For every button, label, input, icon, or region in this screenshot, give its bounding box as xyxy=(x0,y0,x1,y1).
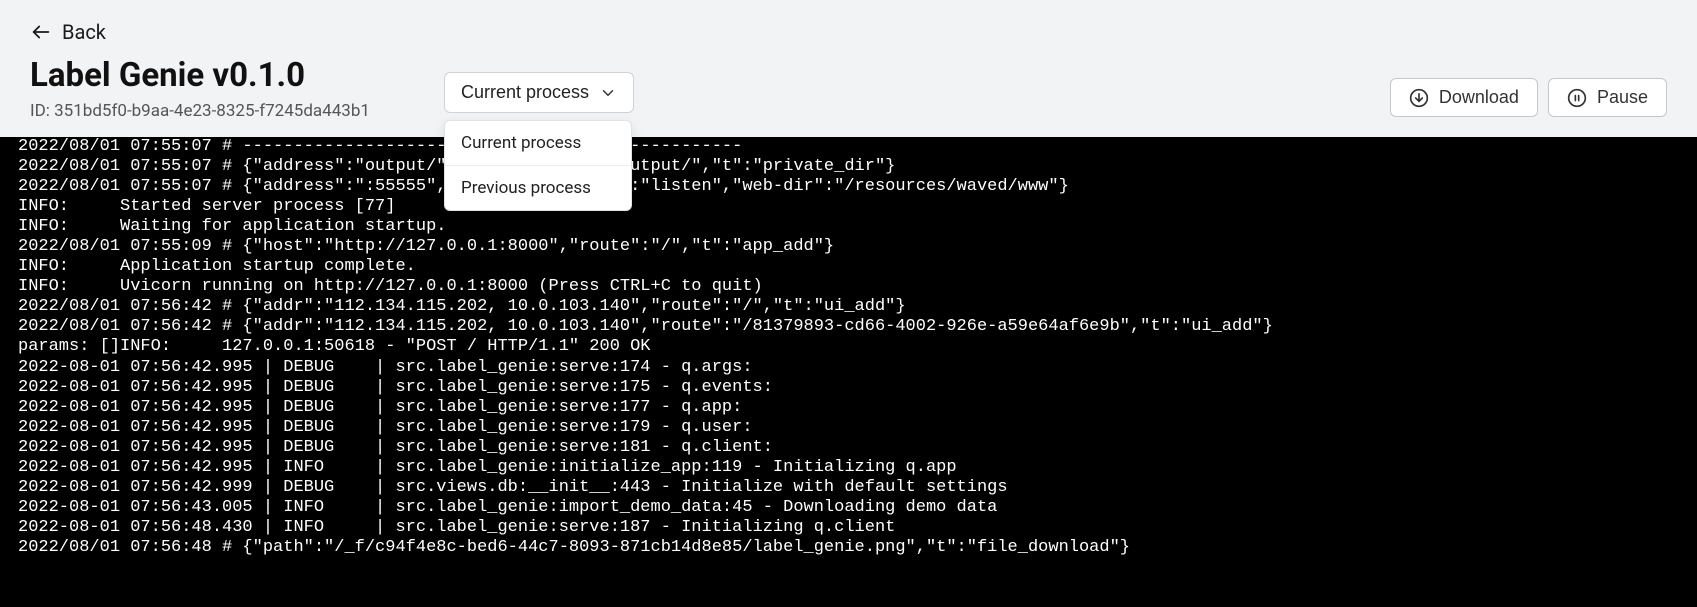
pause-icon xyxy=(1567,88,1587,108)
header-actions: Download Pause xyxy=(1390,78,1667,117)
page-title: Label Genie v0.1.0 xyxy=(30,56,370,95)
back-button[interactable]: Back xyxy=(30,20,370,44)
download-label: Download xyxy=(1439,87,1519,108)
chevron-down-icon xyxy=(599,84,617,102)
log-terminal[interactable]: 2022/08/01 07:55:07 # ------------------… xyxy=(0,137,1697,607)
id-prefix: ID: xyxy=(30,101,54,121)
back-label: Back xyxy=(62,20,106,44)
process-dropdown-menu: Current process Previous process xyxy=(444,120,632,211)
process-dropdown-button[interactable]: Current process xyxy=(444,72,634,113)
arrow-left-icon xyxy=(30,21,52,43)
process-dropdown: Current process Current process Previous… xyxy=(444,72,634,113)
process-dropdown-selected: Current process xyxy=(461,82,589,103)
download-button[interactable]: Download xyxy=(1390,78,1538,117)
download-icon xyxy=(1409,88,1429,108)
header-left: Back Label Genie v0.1.0 ID: 351bd5f0-b9a… xyxy=(30,20,370,121)
header: Back Label Genie v0.1.0 ID: 351bd5f0-b9a… xyxy=(0,0,1697,137)
dropdown-option-current[interactable]: Current process xyxy=(445,121,631,166)
pause-label: Pause xyxy=(1597,87,1648,108)
id-value: 351bd5f0-b9aa-4e23-8325-f7245da443b1 xyxy=(54,101,370,121)
dropdown-option-previous[interactable]: Previous process xyxy=(445,166,631,210)
instance-id: ID: 351bd5f0-b9aa-4e23-8325-f7245da443b1 xyxy=(30,101,370,121)
pause-button[interactable]: Pause xyxy=(1548,78,1667,117)
